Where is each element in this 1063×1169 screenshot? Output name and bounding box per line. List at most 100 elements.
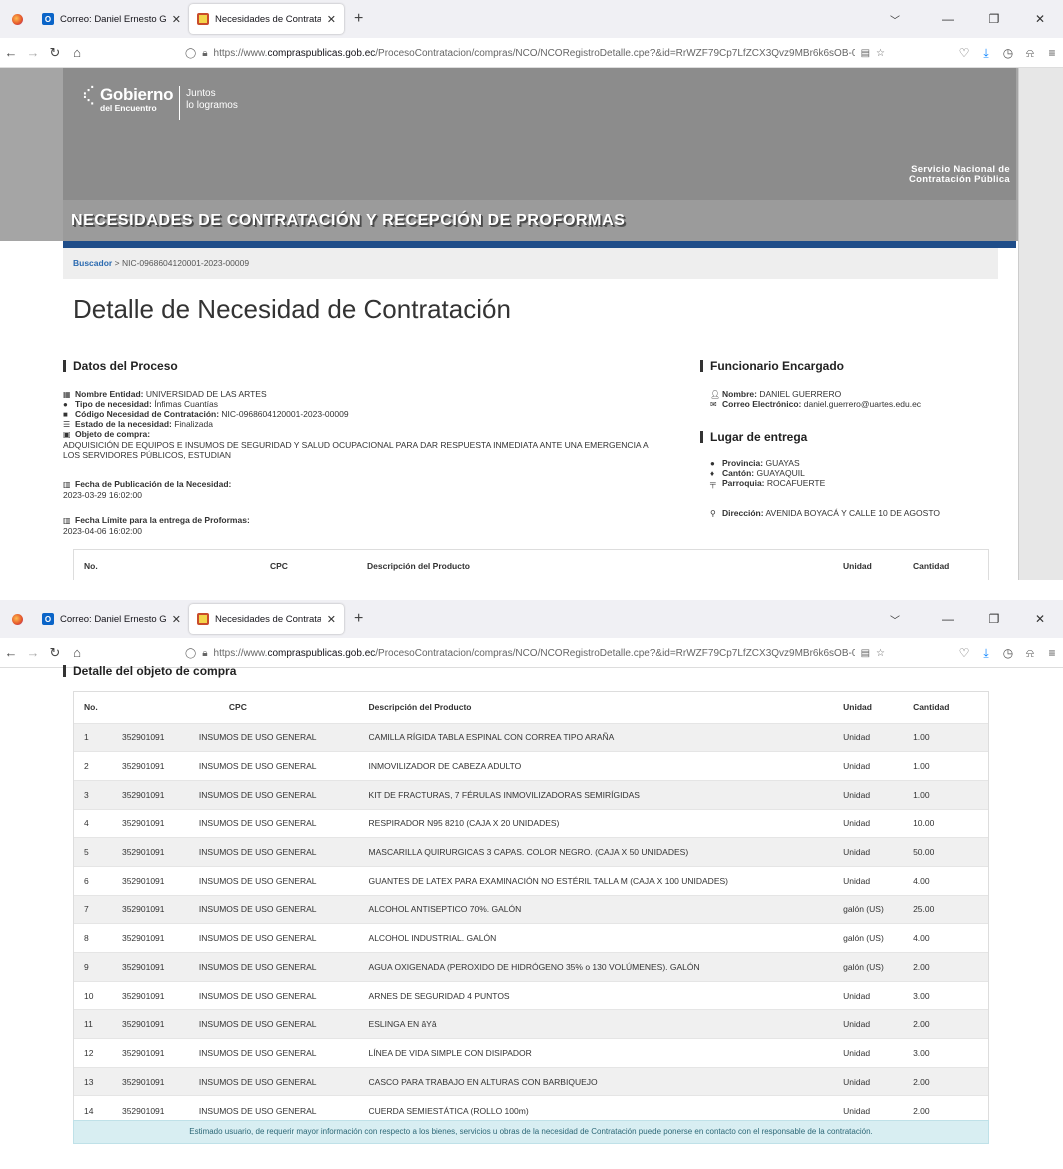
new-tab-button[interactable]: + [354,610,363,628]
cell-no: 1 [74,722,112,752]
lock-icon[interactable]: 🔒︎ [202,48,207,59]
breadcrumb-current: NIC-0968604120001-2023-00009 [121,258,250,268]
cell-no: 4 [74,808,112,838]
list-tabs-icon[interactable]: ﹀ [865,12,925,27]
gobierno-logo[interactable]: ⋰ ⋱ Gobierno del Encuentro Juntos lo logr… [83,86,238,120]
home-icon[interactable]: ⌂ [66,645,88,660]
column-header: Descripción del Producto [368,702,472,713]
extensions-icon[interactable]: ⍾ [1019,46,1041,61]
back-icon[interactable]: ← [0,45,22,60]
url-bar[interactable]: ◯ 🔒︎ https://www.compraspublicas.gob.ec/… [185,43,885,63]
column-header: Cantidad [913,560,950,571]
tab-title: Correo: Daniel Ernesto Guerrero [60,613,166,625]
close-tab-icon[interactable]: ✕ [172,613,181,626]
cell-no: 12 [74,1038,112,1068]
cell-cantidad: 25.00 [903,894,988,924]
menu-icon[interactable]: ≡ [1041,46,1063,60]
logo-mark-icon: ⋰ ⋱ [83,85,94,107]
outlook-icon: O [42,613,54,625]
bookmark-star-icon[interactable]: ☆ [876,648,885,659]
new-tab-button[interactable]: + [354,10,363,28]
history-icon[interactable]: ◷ [997,46,1019,60]
cell-cpc: 352901091 [111,837,189,867]
reload-icon[interactable]: ↻ [44,45,66,61]
close-window-icon[interactable]: ✕ [1017,612,1063,626]
cell-descripcion: ALCOHOL ANTISEPTICO 70%. GALÓN [358,894,834,924]
cell-no: 8 [74,923,112,953]
browser-window-top: O Correo: Daniel Ernesto Guerrero ✕ Nece… [0,0,1063,580]
cell-cpc: 352901091 [111,751,189,781]
minimize-icon[interactable]: — [925,12,971,26]
cell-descripcion: ALCOHOL INDUSTRIAL. GALÓN [358,923,834,953]
forward-icon[interactable]: → [22,45,44,60]
cell-cpc-desc: INSUMOS DE USO GENERAL [188,980,359,1010]
restore-icon[interactable]: ❐ [971,12,1017,26]
tab-necesidades[interactable]: Necesidades de Contratación y ✕ [189,4,344,34]
history-icon[interactable]: ◷ [997,646,1019,660]
restore-icon[interactable]: ❐ [971,612,1017,626]
direccion-field: ⚲ Dirección: AVENIDA BOYACÁ Y CALLE 10 DE… [710,508,940,518]
site-header: ⋰ ⋱ Gobierno del Encuentro Juntos lo logr… [63,68,1016,200]
fecha-publicacion-field: ▥ Fecha de Publicación de la Necesidad: 2… [63,479,232,500]
cell-cpc-desc: INSUMOS DE USO GENERAL [188,1038,359,1068]
close-window-icon[interactable]: ✕ [1017,12,1063,26]
cell-no: 5 [74,837,112,867]
cell-unidad: galón (US) [833,923,904,953]
close-tab-icon[interactable]: ✕ [327,613,336,626]
pocket-icon[interactable]: ♡ [953,646,975,660]
table-row: 4 352901091 INSUMOS DE USO GENERAL RESPIRAD… [74,808,988,838]
cell-no: 7 [74,894,112,924]
cell-cpc-desc: INSUMOS DE USO GENERAL [188,722,359,752]
list-tabs-icon[interactable]: ﹀ [865,612,925,627]
cell-cpc: 352901091 [111,923,189,953]
lugar-heading: Lugar de entrega [700,430,807,444]
url-bar[interactable]: ◯ 🔒︎ https://www.compraspublicas.gob.ec/… [185,643,885,663]
calendar-icon: ▥ [63,516,71,525]
cell-no: 10 [74,980,112,1010]
shield-icon[interactable]: ◯ [185,48,196,59]
right-gutter [1018,68,1063,580]
menu-icon[interactable]: ≡ [1041,646,1063,660]
pocket-icon[interactable]: ♡ [953,46,975,60]
breadcrumb-buscador-link[interactable]: Buscador [73,258,112,268]
reader-icon[interactable]: ▤ [861,48,870,59]
calendar-icon: ▥ [63,480,71,489]
download-icon[interactable]: ⤓ [975,46,997,61]
cell-cantidad: 2.00 [903,1066,988,1096]
tab-necesidades[interactable]: Necesidades de Contratación y ✕ [189,604,344,634]
reader-icon[interactable]: ▤ [861,648,870,659]
extensions-icon[interactable]: ⍾ [1019,646,1041,661]
cell-cpc-desc: INSUMOS DE USO GENERAL [188,751,359,781]
lock-icon[interactable]: 🔒︎ [202,648,207,659]
tab-correo[interactable]: O Correo: Daniel Ernesto Guerrero ✕ [34,604,189,634]
reload-icon[interactable]: ↻ [44,645,66,661]
logo-subtitle: del Encuentro [100,103,157,113]
tab-correo[interactable]: O Correo: Daniel Ernesto Guerrero ✕ [34,4,189,34]
close-tab-icon[interactable]: ✕ [327,13,336,26]
cell-cpc: 352901091 [111,808,189,838]
url-text[interactable]: https://www.compraspublicas.gob.ec/Proce… [214,648,855,659]
home-icon[interactable]: ⌂ [66,45,88,60]
forward-icon[interactable]: → [22,645,44,660]
minimize-icon[interactable]: — [925,612,971,626]
breadcrumb-separator: > [114,258,120,268]
cell-no: 6 [74,865,112,896]
firefox-icon[interactable] [0,600,34,638]
back-icon[interactable]: ← [0,645,22,660]
download-icon[interactable]: ⤓ [975,646,997,661]
column-header: CPC [270,560,288,571]
close-tab-icon[interactable]: ✕ [172,13,181,26]
cell-unidad: galón (US) [833,894,904,924]
shield-icon[interactable]: ◯ [185,648,196,659]
firefox-icon[interactable] [0,0,34,38]
cell-cpc: 352901091 [111,779,189,810]
cell-cpc-desc: INSUMOS DE USO GENERAL [188,837,359,867]
url-text[interactable]: https://www.compraspublicas.gob.ec/Proce… [214,48,855,59]
cell-cantidad: 4.00 [903,865,988,896]
funcionario-correo-field: ✉ Correo Electrónico: daniel.guerrero@uar… [710,399,922,409]
cell-unidad: galón (US) [833,952,904,982]
table-row: 10 352901091 INSUMOS DE USO GENERAL ARNES D… [74,980,988,1010]
bookmark-star-icon[interactable]: ☆ [876,48,885,59]
cell-cpc-desc: INSUMOS DE USO GENERAL [188,865,359,896]
cell-unidad: Unidad [833,751,904,781]
